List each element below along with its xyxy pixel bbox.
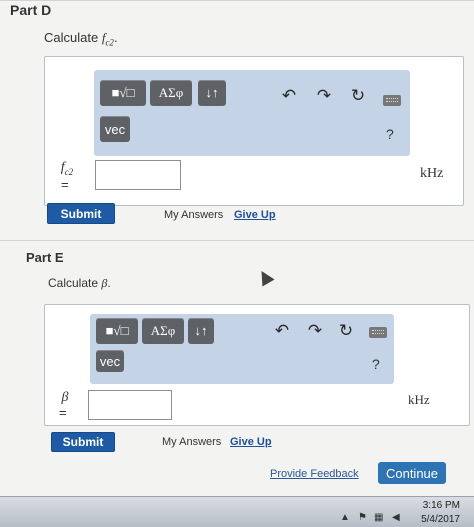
subscript-superscript-button[interactable]: ↓↑ — [198, 80, 226, 106]
section-divider — [0, 240, 474, 241]
templates-button[interactable]: ■√□ — [100, 80, 146, 106]
continue-button[interactable]: Continue — [378, 462, 446, 484]
flag-icon[interactable]: ⚑ — [358, 512, 367, 523]
prompt-sub: c2 — [105, 37, 114, 48]
prompt-suffix: . — [107, 276, 111, 290]
keyboard-icon[interactable] — [383, 95, 401, 106]
redo-icon[interactable]: ↷ — [314, 86, 334, 106]
part-e-title: Part E — [26, 250, 64, 265]
part-e-var-label: β — [61, 390, 69, 405]
part-e-prompt: Calculate β. — [48, 276, 111, 291]
part-d-give-up-link[interactable]: Give Up — [234, 209, 276, 221]
subscript-superscript-button[interactable]: ↓↑ — [188, 318, 214, 344]
part-d-answer-input[interactable] — [95, 160, 181, 190]
part-e-answer-input[interactable] — [88, 390, 172, 420]
part-d-var-label: fc2 — [60, 160, 74, 177]
clock-time[interactable]: 3:16 PM — [400, 500, 460, 511]
mouse-cursor-icon — [255, 267, 275, 287]
part-e-equals: = — [59, 405, 67, 420]
part-d-prompt: Calculate fc2. — [44, 30, 118, 48]
part-d-equals: = — [61, 177, 69, 192]
help-icon[interactable]: ? — [372, 356, 380, 372]
redo-icon[interactable]: ↷ — [305, 321, 325, 341]
part-d-submit-button[interactable]: Submit — [47, 203, 115, 224]
reset-icon[interactable]: ↻ — [336, 321, 356, 341]
part-e-my-answers: My Answers — [162, 436, 222, 448]
undo-icon[interactable]: ↶ — [272, 321, 292, 341]
templates-button[interactable]: ■√□ — [96, 318, 138, 344]
part-e-submit-button[interactable]: Submit — [51, 432, 115, 452]
part-e-give-up-link[interactable]: Give Up — [230, 436, 272, 448]
undo-icon[interactable]: ↶ — [279, 86, 299, 106]
part-d-my-answers: My Answers — [164, 209, 224, 221]
part-e-unit: kHz — [408, 392, 430, 407]
keyboard-icon[interactable] — [369, 327, 387, 338]
help-icon[interactable]: ? — [386, 126, 394, 142]
top-divider — [0, 0, 474, 1]
greek-symbols-button[interactable]: ΑΣφ — [150, 80, 192, 106]
network-icon[interactable]: ▦ — [374, 512, 383, 523]
vec-button[interactable]: vec — [96, 350, 124, 372]
prompt-suffix: . — [113, 30, 118, 45]
prompt-prefix: Calculate — [48, 276, 102, 290]
reset-icon[interactable]: ↻ — [348, 86, 368, 106]
provide-feedback-link[interactable]: Provide Feedback — [270, 468, 359, 480]
clock-date[interactable]: 5/4/2017 — [400, 514, 460, 525]
part-d-unit: kHz — [420, 166, 444, 181]
greek-symbols-button[interactable]: ΑΣφ — [142, 318, 184, 344]
show-hidden-icons-icon[interactable]: ▲ — [340, 512, 350, 523]
volume-icon[interactable]: ◀ — [392, 512, 400, 523]
part-d-title: Part D — [10, 2, 52, 18]
vec-button[interactable]: vec — [100, 116, 130, 142]
prompt-prefix: Calculate — [44, 30, 102, 45]
